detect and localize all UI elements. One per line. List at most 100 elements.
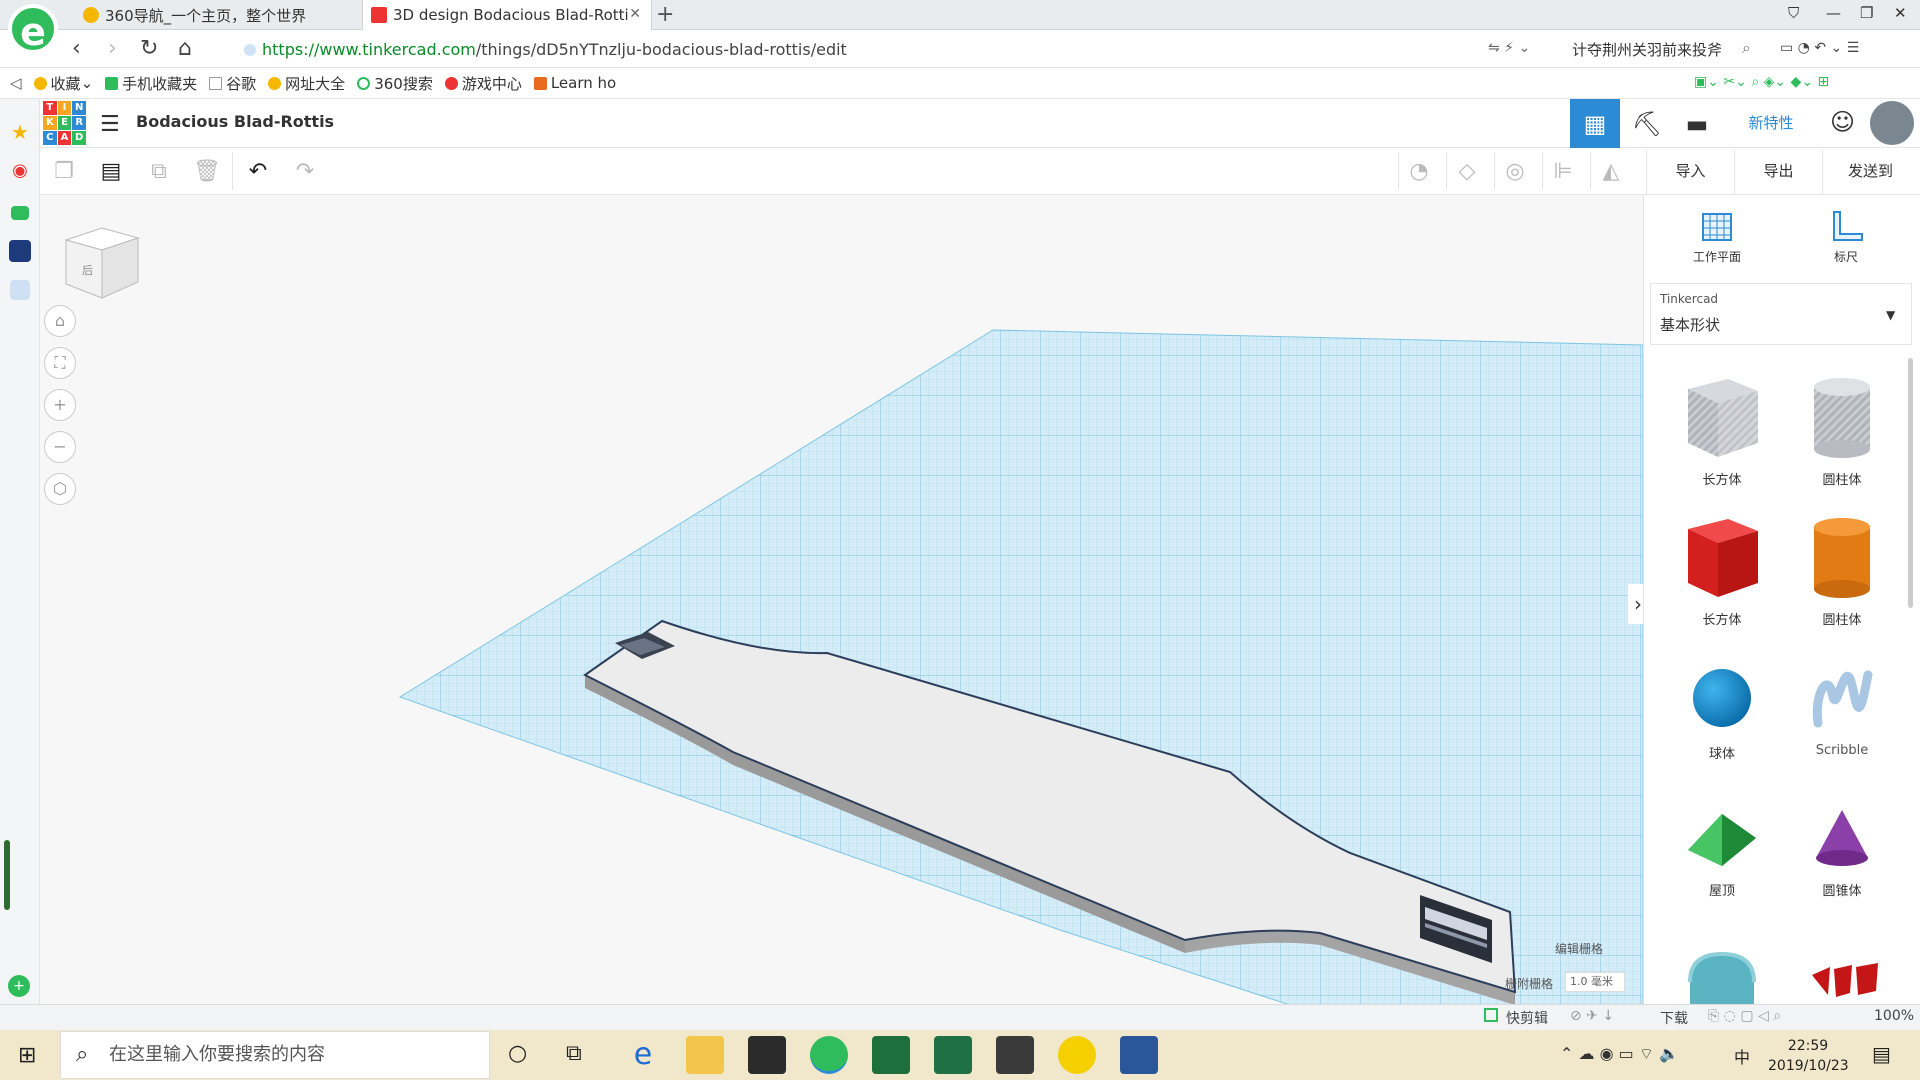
file-explorer-icon[interactable]: [686, 1036, 724, 1074]
notes-icon[interactable]: [10, 280, 30, 300]
shape-cylinder-hole[interactable]: 圆柱体: [1797, 375, 1887, 488]
weibo-icon[interactable]: ◉: [8, 160, 32, 184]
panel-scrollbar[interactable]: [1908, 358, 1913, 608]
mirror-icon[interactable]: ◭: [1596, 157, 1626, 187]
light-bulb-icon[interactable]: ◔: [1404, 157, 1434, 187]
paste-icon[interactable]: ▤: [96, 157, 126, 187]
new-features-button[interactable]: 新特性: [1728, 99, 1814, 148]
site-info-icon[interactable]: [244, 44, 256, 56]
status-extra-icon[interactable]: ⎘ ◌ ▢ ◁ ⌕: [1708, 1008, 1781, 1024]
download-button[interactable]: 下载: [1660, 1008, 1688, 1028]
3d-design-view-button[interactable]: ▦: [1570, 99, 1620, 148]
word-icon[interactable]: [1120, 1036, 1158, 1074]
close-icon[interactable]: ✕: [629, 6, 641, 22]
tab-360-home[interactable]: 360导航_一个主页，整个世界: [75, 0, 360, 30]
align-icon[interactable]: ⊫: [1548, 157, 1578, 187]
toolbar-extensions-icon[interactable]: ▣⌄ ✂⌄ ⌕ ◈⌄ ◆⌄ ⊞: [1694, 74, 1829, 90]
view-cube[interactable]: 后: [62, 222, 142, 302]
favorites-icon[interactable]: ★: [8, 120, 32, 144]
sidebar-scroll-handle[interactable]: [4, 840, 10, 910]
quick-clip-button[interactable]: 快剪辑: [1506, 1008, 1548, 1028]
shape-cone[interactable]: 圆锥体: [1797, 808, 1887, 899]
sidebar-toggle-icon[interactable]: ◁: [10, 74, 22, 92]
avatar[interactable]: [1870, 101, 1914, 145]
new-tab-button[interactable]: +: [656, 2, 674, 27]
taskbar-search-input[interactable]: 在这里输入你要搜索的内容: [60, 1031, 490, 1079]
back-button[interactable]: ‹: [72, 36, 81, 61]
extensions-icon[interactable]: ▭ ◔ ↶ ⌄ ☰: [1780, 40, 1859, 56]
fit-view-icon[interactable]: ⛶: [44, 347, 76, 379]
notification-icon[interactable]: ▤: [1872, 1042, 1891, 1066]
mail-icon[interactable]: [11, 206, 29, 220]
redo-icon[interactable]: ↷: [290, 157, 320, 187]
duplicate-icon[interactable]: ⧉: [144, 157, 174, 187]
bookmark-item[interactable]: 谷歌: [209, 73, 256, 94]
media-player-icon[interactable]: [872, 1036, 910, 1074]
shape-cylinder[interactable]: 圆柱体: [1797, 515, 1887, 628]
windows-start-icon[interactable]: ⊞: [18, 1043, 36, 1068]
blocks-pickaxe-icon[interactable]: ⛏: [1622, 99, 1672, 148]
shape-box[interactable]: 长方体: [1677, 515, 1767, 628]
zoom-in-icon[interactable]: +: [44, 389, 76, 421]
workplane-tool[interactable]: 工作平面: [1677, 208, 1757, 265]
cortana-icon[interactable]: ○: [508, 1041, 527, 1066]
send-to-button[interactable]: 发送到: [1822, 149, 1918, 194]
bookmark-item[interactable]: 收藏 ⌄: [33, 73, 93, 94]
bookmark-item[interactable]: Learn ho: [533, 74, 616, 92]
home-button[interactable]: ⌂: [178, 36, 192, 61]
copy-icon[interactable]: ❐: [49, 157, 79, 187]
shape-box-hole[interactable]: 长方体: [1677, 375, 1767, 488]
minimize-button[interactable]: —: [1826, 4, 1841, 22]
import-button[interactable]: 导入: [1646, 149, 1734, 194]
home-view-icon[interactable]: ⌂: [44, 305, 76, 337]
pin-icon[interactable]: ⛉: [1788, 4, 1799, 22]
shape-roof[interactable]: 屋顶: [1677, 808, 1767, 899]
edge-icon[interactable]: e: [624, 1036, 662, 1074]
share-icon[interactable]: ⇋ ⚡ ⌄: [1488, 40, 1530, 56]
bookmark-item[interactable]: 手机收藏夹: [105, 73, 197, 94]
360-browser-icon[interactable]: [810, 1036, 848, 1074]
export-button[interactable]: 导出: [1734, 149, 1822, 194]
bricks-icon[interactable]: ▬: [1672, 99, 1722, 148]
search-hint[interactable]: 计夺荆州关羽前来投斧: [1572, 39, 1722, 60]
bookmark-item[interactable]: 游戏中心: [444, 73, 522, 94]
workplane-viewport[interactable]: [40, 195, 1643, 1005]
tinkercad-logo[interactable]: T I N K E R C A D: [43, 101, 86, 145]
design-list-icon[interactable]: ☰: [100, 112, 120, 137]
plus-icon[interactable]: +: [8, 975, 30, 997]
nvidia-icon[interactable]: [996, 1036, 1034, 1074]
shape-half-cylinder[interactable]: [1686, 948, 1758, 1004]
add-user-icon[interactable]: ☺: [1830, 108, 1855, 136]
news-icon[interactable]: [9, 240, 31, 262]
task-view-icon[interactable]: ⧉: [566, 1041, 582, 1066]
undo-icon[interactable]: ↶: [243, 157, 273, 187]
workplane-canvas[interactable]: [40, 195, 1643, 1005]
excel-icon[interactable]: [934, 1036, 972, 1074]
ruler-tool[interactable]: 标尺: [1806, 208, 1886, 265]
delete-icon[interactable]: 🗑: [192, 157, 222, 187]
chevron-down-icon[interactable]: ▼: [1886, 308, 1895, 322]
close-window-button[interactable]: ✕: [1894, 4, 1907, 22]
status-tools-icon[interactable]: ⊘ ✈ ↓: [1570, 1008, 1614, 1024]
search-icon[interactable]: ⌕: [1742, 38, 1751, 58]
zoom-out-icon[interactable]: −: [44, 431, 76, 463]
shape-scribble[interactable]: Scribble: [1797, 663, 1887, 758]
ungroup-icon[interactable]: ◎: [1500, 157, 1530, 187]
shape-text[interactable]: [1806, 955, 1886, 1003]
tab-tinkercad[interactable]: 3D design Bodacious Blad-Rotti ✕: [362, 0, 652, 30]
forward-button[interactable]: ›: [108, 36, 117, 61]
store-icon[interactable]: [748, 1036, 786, 1074]
maximize-button[interactable]: ❐: [1860, 4, 1873, 22]
bookmark-item[interactable]: 360搜索: [357, 73, 433, 94]
orthographic-view-icon[interactable]: ⬡: [44, 473, 76, 505]
edit-grid-button[interactable]: 编辑栅格: [1555, 940, 1603, 957]
group-icon[interactable]: ◇: [1452, 157, 1482, 187]
browser-logo[interactable]: e: [8, 4, 58, 54]
reload-button[interactable]: ↻: [140, 36, 158, 61]
taskbar-clock[interactable]: 22:59 2019/10/23: [1768, 1036, 1849, 1076]
shape-sphere[interactable]: 球体: [1677, 663, 1767, 762]
qqmusic-icon[interactable]: [1058, 1036, 1096, 1074]
url-input[interactable]: https://www.tinkercad.com/things/dD5nYTn…: [262, 37, 1502, 63]
design-title[interactable]: Bodacious Blad-Rottis: [136, 112, 334, 131]
bookmark-item[interactable]: 网址大全: [268, 73, 345, 94]
